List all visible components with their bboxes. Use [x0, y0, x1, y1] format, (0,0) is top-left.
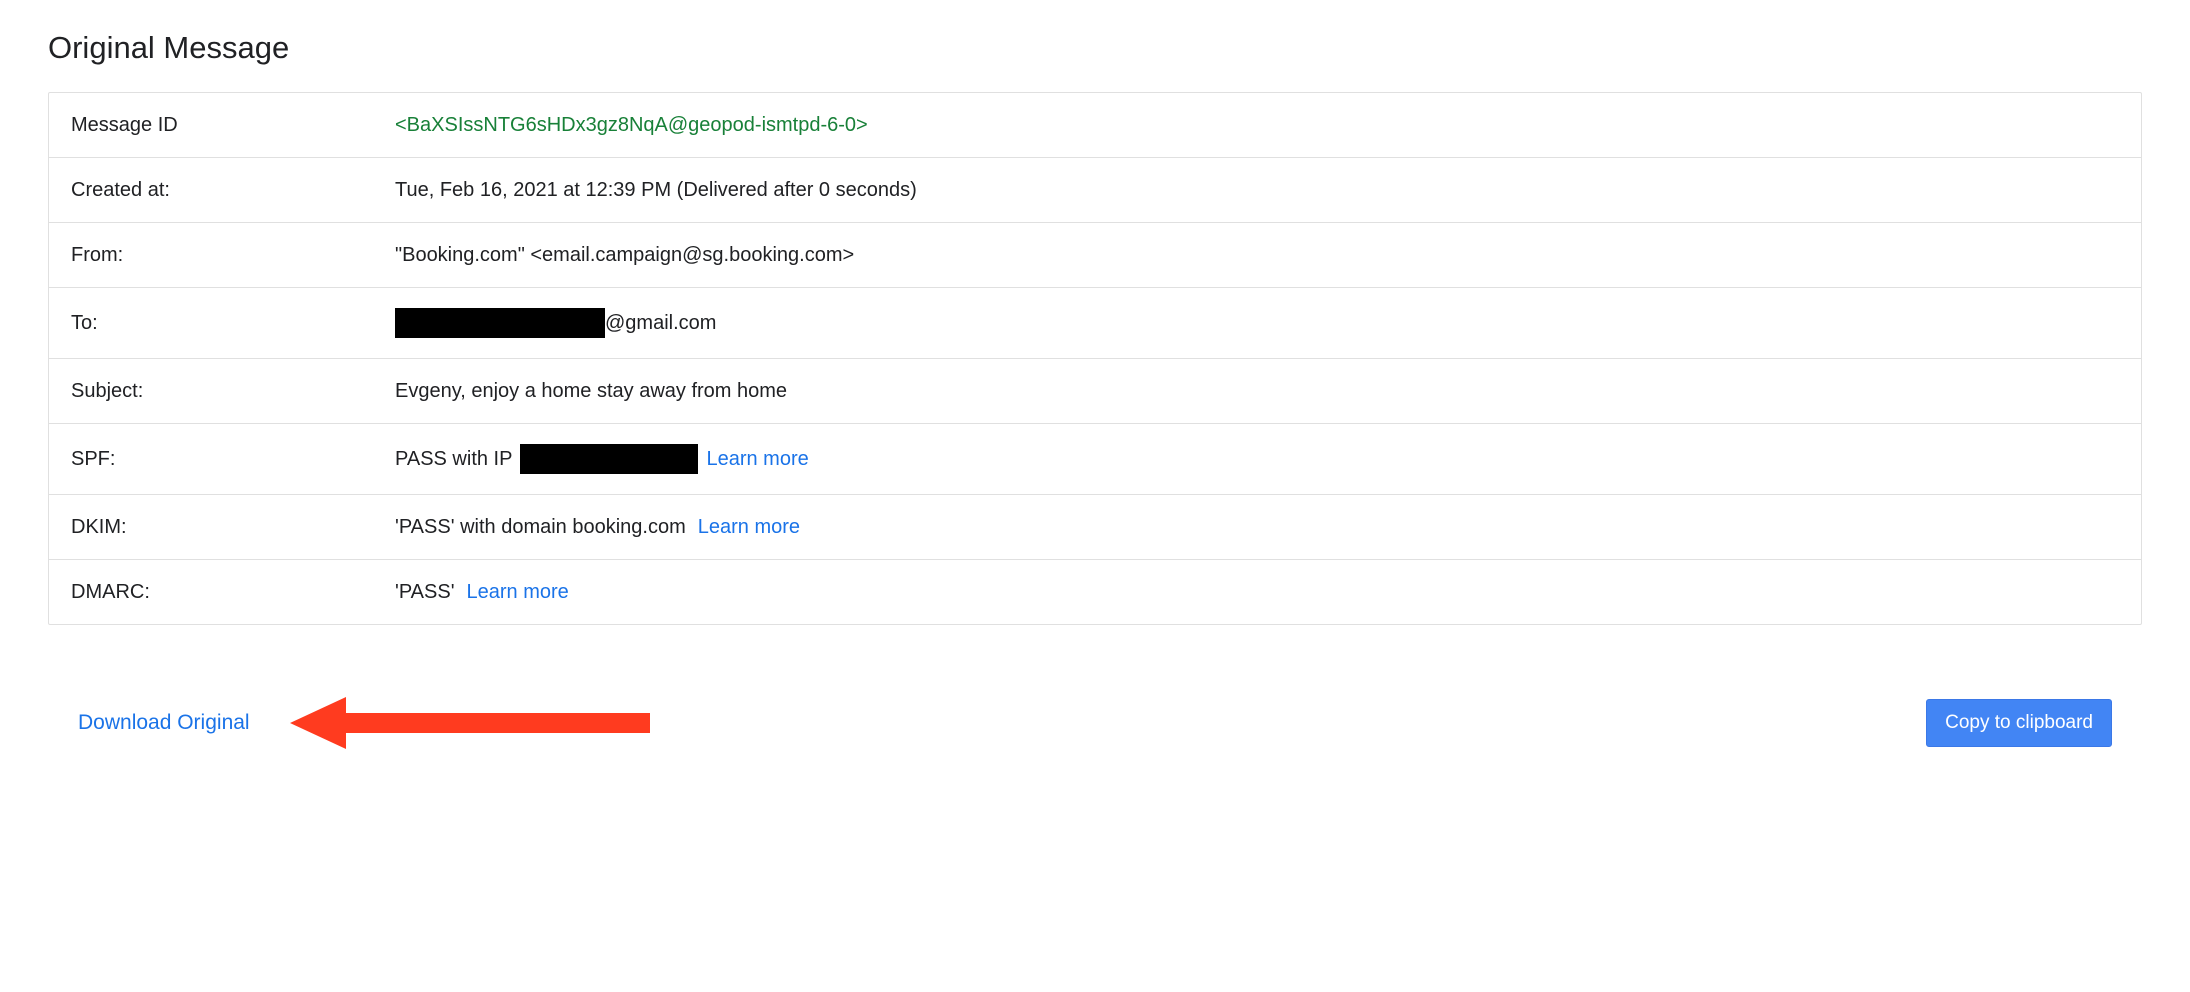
page-title: Original Message [48, 30, 2142, 66]
value-spf-prefix: PASS with IP [395, 448, 512, 471]
value-created-at: Tue, Feb 16, 2021 at 12:39 PM (Delivered… [395, 179, 917, 202]
copy-to-clipboard-button[interactable]: Copy to clipboard [1926, 699, 2112, 747]
row-to: To: @gmail.com [49, 288, 2141, 359]
label-from: From: [71, 244, 395, 267]
row-created-at: Created at: Tue, Feb 16, 2021 at 12:39 P… [49, 158, 2141, 223]
message-details-panel: Message ID <BaXSIssNTG6sHDx3gz8NqA@geopo… [48, 92, 2142, 625]
label-message-id: Message ID [71, 114, 395, 137]
dmarc-learn-more-link[interactable]: Learn more [467, 581, 569, 604]
value-dmarc: 'PASS' [395, 581, 455, 604]
spf-learn-more-link[interactable]: Learn more [706, 448, 808, 471]
download-original-link[interactable]: Download Original [78, 711, 250, 735]
dkim-learn-more-link[interactable]: Learn more [698, 516, 800, 539]
label-dmarc: DMARC: [71, 581, 395, 604]
value-message-id: <BaXSIssNTG6sHDx3gz8NqA@geopod-ismtpd-6-… [395, 114, 868, 137]
row-dmarc: DMARC: 'PASS' Learn more [49, 560, 2141, 624]
value-dkim: 'PASS' with domain booking.com [395, 516, 686, 539]
label-created-at: Created at: [71, 179, 395, 202]
label-to: To: [71, 312, 395, 335]
row-from: From: "Booking.com" <email.campaign@sg.b… [49, 223, 2141, 288]
value-to-domain: @gmail.com [605, 312, 716, 335]
row-spf: SPF: PASS with IP Learn more [49, 424, 2141, 495]
row-subject: Subject: Evgeny, enjoy a home stay away … [49, 359, 2141, 424]
actions-bar: Download Original Copy to clipboard [48, 693, 2142, 753]
label-dkim: DKIM: [71, 516, 395, 539]
value-subject: Evgeny, enjoy a home stay away from home [395, 380, 787, 403]
redacted-email-local [395, 308, 605, 338]
row-message-id: Message ID <BaXSIssNTG6sHDx3gz8NqA@geopo… [49, 93, 2141, 158]
label-spf: SPF: [71, 448, 395, 471]
arrow-left-icon [290, 693, 650, 753]
row-dkim: DKIM: 'PASS' with domain booking.com Lea… [49, 495, 2141, 560]
label-subject: Subject: [71, 380, 395, 403]
redacted-ip [520, 444, 698, 474]
value-from: "Booking.com" <email.campaign@sg.booking… [395, 244, 854, 267]
